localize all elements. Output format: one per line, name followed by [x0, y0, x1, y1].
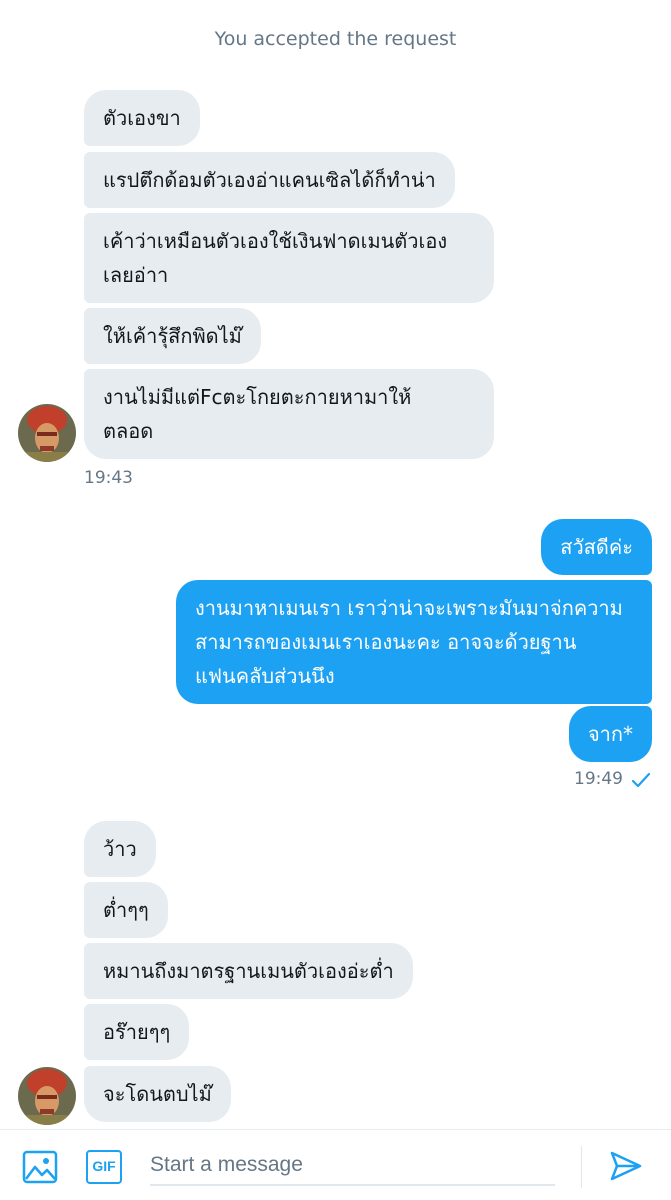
system-note: You accepted the request: [214, 28, 457, 50]
timestamp: 19:49: [574, 769, 623, 789]
message-bubble-incoming[interactable]: อร๊ายๆๆ: [84, 1004, 190, 1060]
composer-divider: [581, 1146, 582, 1188]
message-bubble-incoming[interactable]: เค้าว่าเหมือนตัวเองใช้เงินฟาดเมนตัวเอง เ…: [84, 213, 494, 303]
avatar[interactable]: [18, 1067, 76, 1125]
gif-button[interactable]: GIF: [86, 1150, 122, 1184]
message-bubble-outgoing[interactable]: งานมาหาเมนเรา เราว่าน่าจะเพราะมันมาจ่กคว…: [176, 580, 652, 704]
message-bubble-incoming[interactable]: ให้เค้ารุ้สึกพิดไม๊: [84, 308, 261, 364]
message-bubble-incoming[interactable]: จะโดนตบไม๊: [84, 1066, 231, 1122]
message-bubble-incoming[interactable]: งานไม่มีแต่Fcตะโกยตะกายหามาให้ ตลอด: [84, 369, 494, 459]
send-icon: [610, 1151, 642, 1181]
message-composer: GIF: [0, 1129, 671, 1200]
image-button[interactable]: [22, 1150, 58, 1188]
message-bubble-outgoing[interactable]: จาก*: [568, 706, 652, 762]
gif-icon: GIF: [92, 1158, 116, 1174]
message-bubble-incoming[interactable]: ต่ำๆๆ: [84, 882, 168, 938]
avatar-image: [18, 1067, 76, 1125]
image-icon: [22, 1150, 58, 1184]
avatar[interactable]: [18, 404, 76, 462]
message-bubble-incoming[interactable]: แรปตึกด้อมตัวเองอ่าแคนเซิลได้ก็ทำน่า: [84, 152, 455, 208]
send-button[interactable]: [609, 1150, 643, 1186]
message-bubble-incoming[interactable]: ว้าว: [84, 821, 156, 877]
message-input[interactable]: [150, 1146, 555, 1186]
message-bubble-incoming[interactable]: ตัวเองขา: [84, 90, 200, 146]
read-check-icon: [631, 771, 651, 793]
timestamp: 19:43: [84, 468, 133, 488]
avatar-image: [18, 404, 76, 462]
message-bubble-outgoing[interactable]: สวัสดีค่ะ: [541, 519, 652, 575]
message-bubble-incoming[interactable]: หมานถึงมาตรฐานเมนตัวเองอ่ะต่ำ: [84, 943, 413, 999]
